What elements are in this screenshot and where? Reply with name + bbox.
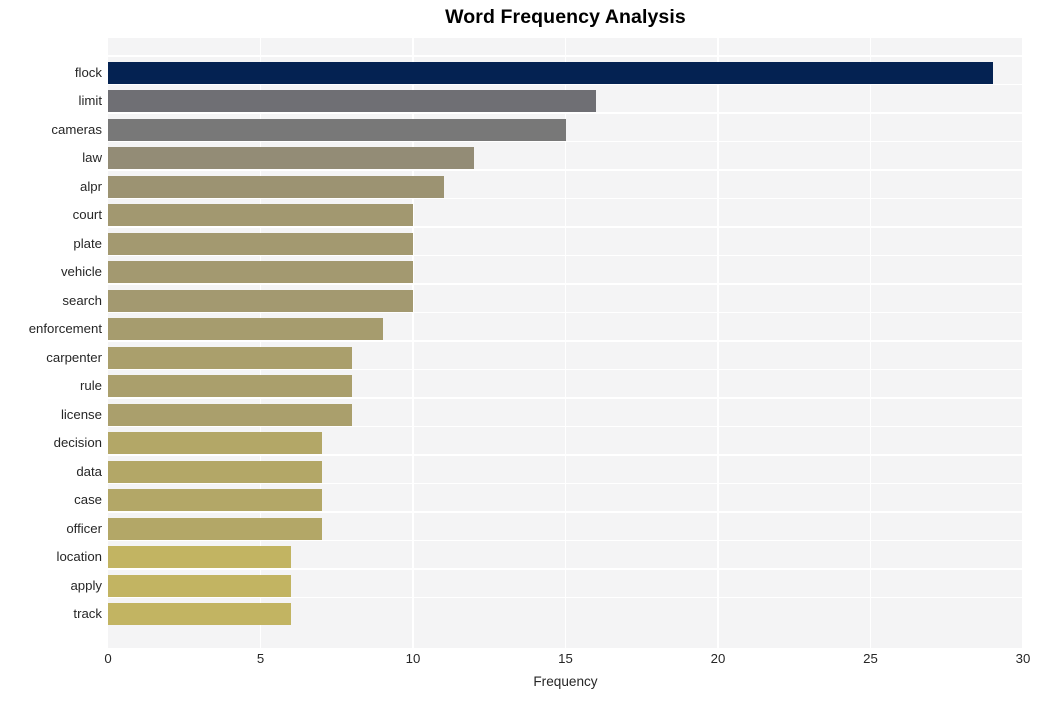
bar-limit[interactable] [108, 90, 596, 113]
bar-series [108, 38, 1023, 648]
bar-row [108, 112, 1023, 145]
bar-row [108, 169, 1023, 202]
y-tick-label-alpr: alpr [80, 178, 102, 194]
gridline-horizontal [108, 283, 1023, 285]
gridline-horizontal [108, 197, 1023, 200]
bar-search[interactable] [108, 289, 413, 312]
x-tick-label-0: 0 [104, 651, 112, 666]
y-tick-label-location: location [56, 549, 102, 565]
word-frequency-chart-figure: Word Frequency Analysis flock limit camera… [0, 0, 1047, 701]
bar-row [108, 254, 1023, 287]
gridline-horizontal [108, 226, 1023, 228]
gridline-horizontal [108, 425, 1023, 428]
bar-rule[interactable] [108, 375, 352, 398]
bar-alpr[interactable] [108, 175, 444, 198]
x-axis-tick-labels: 0 5 10 15 20 25 30 [0, 651, 1047, 673]
bar-row [108, 283, 1023, 316]
y-tick-label-carpenter: carpenter [46, 349, 102, 365]
bar-track[interactable] [108, 603, 291, 626]
bar-row [108, 226, 1023, 259]
y-tick-label-search: search [62, 292, 102, 308]
bar-data[interactable] [108, 460, 322, 483]
bar-row [108, 397, 1023, 430]
bar-row [108, 368, 1023, 401]
gridline-horizontal [108, 140, 1023, 143]
y-tick-label-law: law [82, 150, 102, 166]
bar-row [108, 55, 1023, 88]
bar-plate[interactable] [108, 232, 413, 255]
gridline-horizontal [108, 368, 1023, 371]
bar-row [108, 482, 1023, 515]
gridline-horizontal [108, 83, 1023, 86]
bar-row [108, 140, 1023, 173]
bar-enforcement[interactable] [108, 318, 383, 341]
gridline-horizontal [108, 596, 1023, 599]
bar-cameras[interactable] [108, 118, 566, 141]
x-tick-label-25: 25 [863, 651, 878, 666]
gridline-horizontal [108, 311, 1023, 314]
y-tick-label-enforcement: enforcement [28, 321, 102, 337]
y-tick-label-vehicle: vehicle [60, 264, 102, 280]
gridline-horizontal [108, 340, 1023, 342]
y-tick-label-limit: limit [78, 93, 102, 109]
plot-area [108, 38, 1023, 648]
chart-title: Word Frequency Analysis [445, 6, 686, 28]
y-tick-label-track: track [73, 606, 102, 622]
y-axis-tick-labels: flock limit cameras law alpr court plate vehicl… [0, 38, 102, 648]
gridline-horizontal [108, 568, 1023, 570]
bar-row [108, 596, 1023, 629]
gridline-horizontal [108, 511, 1023, 513]
bar-row [108, 454, 1023, 487]
bar-officer[interactable] [108, 517, 322, 540]
gridline-horizontal [108, 454, 1023, 456]
bar-carpenter[interactable] [108, 346, 352, 369]
y-tick-label-court: court [72, 207, 102, 223]
bar-apply[interactable] [108, 574, 291, 597]
bar-law[interactable] [108, 147, 474, 170]
bar-row [108, 511, 1023, 544]
gridline-horizontal [108, 112, 1023, 114]
y-tick-label-flock: flock [74, 64, 102, 80]
y-tick-label-license: license [60, 406, 102, 422]
bar-row [108, 311, 1023, 344]
gridline-horizontal [108, 482, 1023, 485]
x-axis-label: Frequency [533, 674, 598, 689]
gridline-horizontal [108, 397, 1023, 399]
x-tick-label-15: 15 [558, 651, 573, 666]
y-tick-label-case: case [74, 492, 102, 508]
bar-case[interactable] [108, 489, 322, 512]
bar-license[interactable] [108, 403, 352, 426]
bar-court[interactable] [108, 204, 413, 227]
y-tick-label-apply: apply [70, 577, 102, 593]
bar-row [108, 568, 1023, 601]
y-tick-label-rule: rule [80, 378, 102, 394]
bar-row [108, 83, 1023, 116]
gridline-horizontal [108, 539, 1023, 542]
bar-flock[interactable] [108, 61, 993, 84]
gridline-horizontal [108, 254, 1023, 257]
bar-row [108, 425, 1023, 458]
y-tick-label-cameras: cameras [51, 121, 102, 137]
x-tick-label-10: 10 [405, 651, 421, 666]
bar-row [108, 340, 1023, 373]
y-tick-label-data: data [76, 463, 102, 479]
bar-vehicle[interactable] [108, 261, 413, 284]
bar-location[interactable] [108, 546, 291, 569]
bar-row [108, 197, 1023, 230]
y-tick-label-decision: decision [53, 435, 102, 451]
x-tick-label-20: 20 [710, 651, 726, 666]
gridline-horizontal [108, 55, 1023, 57]
bar-row [108, 539, 1023, 572]
y-tick-label-officer: officer [66, 520, 102, 536]
x-tick-label-30: 30 [1015, 651, 1031, 666]
y-tick-label-plate: plate [73, 235, 102, 251]
bar-decision[interactable] [108, 432, 322, 455]
gridline-horizontal [108, 169, 1023, 171]
x-tick-label-5: 5 [256, 651, 265, 666]
